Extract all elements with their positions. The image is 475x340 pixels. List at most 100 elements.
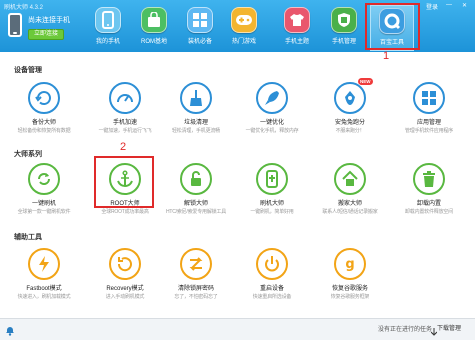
- minimize-button[interactable]: —: [446, 2, 452, 8]
- nav-hot-games[interactable]: 热门游戏: [222, 5, 266, 51]
- tool-desc: 轻松备份和恢复所有数据: [17, 128, 71, 134]
- tool-desc: 恢复谷歌服务框架: [330, 294, 370, 300]
- tool-name: 搬家大师: [337, 201, 362, 207]
- nav-my-phone[interactable]: 我的手机: [86, 5, 130, 51]
- tool-name: 一键优化: [259, 120, 284, 126]
- shirt-icon: [284, 7, 310, 33]
- nav-label: 我的手机: [95, 39, 120, 45]
- nav-rom-base[interactable]: ROM基地: [132, 5, 176, 51]
- tool-name: 一键刷机: [31, 201, 56, 207]
- tool-desc: 一键优化手机，释放内存: [245, 128, 299, 134]
- tool-name: 备份大师: [31, 120, 56, 126]
- annotation-number-2: 2: [120, 141, 127, 153]
- google-icon: g: [334, 248, 366, 280]
- tool-desc: 快速重启所选设备: [252, 294, 292, 300]
- connect-now-button[interactable]: 立即连接: [28, 29, 64, 40]
- recovery-icon: [109, 248, 141, 280]
- tool-restore-google-services[interactable]: g 恢复谷歌服务 恢复谷歌服务框架: [318, 248, 382, 306]
- antutu-icon: [334, 82, 366, 114]
- nav-label: 热门游戏: [231, 39, 256, 45]
- nav-label: 手机管理: [331, 39, 356, 45]
- download-manager-button[interactable]: 下载管理: [437, 323, 461, 332]
- tool-name: 刷机大师: [259, 201, 284, 207]
- tool-one-click-optimize[interactable]: 一键优化 一键优化手机，释放内存: [240, 82, 304, 140]
- tool-app-management[interactable]: 应用管理 管理手机软件应用程序: [397, 82, 461, 140]
- section-title-device-management: 设备管理: [14, 67, 42, 74]
- phone-flash-icon: [256, 163, 288, 195]
- speedometer-icon: [109, 82, 141, 114]
- tool-name: 垃圾清理: [183, 120, 208, 126]
- nav-label: ROM基地: [141, 39, 167, 45]
- tool-one-click-flash[interactable]: 一键刷机 全球第一款一键刷机软件: [12, 163, 76, 221]
- highlight-box-root-master: [94, 156, 154, 208]
- tool-phone-acceleration[interactable]: 手机加速 一键加速，手机运行飞飞: [93, 82, 157, 140]
- house-icon: [334, 163, 366, 195]
- tool-desc: 全球第一款一键刷机软件: [17, 209, 71, 215]
- tool-clear-lock-password[interactable]: 清除锁屏密码 忘了，不怕密码忘了: [164, 248, 228, 306]
- nav-must-have-apps[interactable]: 装机必备: [178, 5, 222, 51]
- tool-desc: 不服来跑分！: [335, 128, 365, 134]
- highlight-box-toolbox: [365, 3, 420, 50]
- tool-desc: 进入手动刷机模式: [105, 294, 145, 300]
- login-link[interactable]: 登录: [426, 2, 438, 11]
- device-phone-icon: [8, 13, 22, 37]
- apps-grid-icon: [187, 7, 213, 33]
- svg-text:g: g: [345, 257, 354, 272]
- tool-desc: HTC/索尼/索爱专用解锁工具: [165, 209, 227, 215]
- tool-desc: 一键刷机，简单好用: [250, 209, 294, 215]
- nav-phone-themes[interactable]: 手机主题: [275, 5, 319, 51]
- tool-desc: 快速进入，刷机加载模式: [17, 294, 71, 300]
- tool-fastboot-mode[interactable]: Fastboot模式 快速进入，刷机加载模式: [12, 248, 76, 306]
- tool-moving-master[interactable]: 搬家大师 联系人/短信/通话记录搬家: [318, 163, 382, 221]
- tool-recovery-mode[interactable]: Recovery模式 进入手动刷机模式: [93, 248, 157, 306]
- shield-icon: [331, 7, 357, 33]
- power-icon: [256, 248, 288, 280]
- task-status: 没有正在进行的任务: [378, 327, 433, 333]
- tool-desc: 管理手机软件应用程序: [404, 128, 453, 134]
- tool-desc: 忘了，不怕密码忘了: [174, 294, 218, 300]
- gamepad-icon: [231, 7, 257, 33]
- tool-name: Recovery模式: [106, 286, 144, 292]
- bell-icon[interactable]: [5, 323, 15, 340]
- shopping-bag-icon: [141, 7, 167, 33]
- close-button[interactable]: ✕: [462, 2, 467, 9]
- tool-name: 解锁大师: [183, 201, 208, 207]
- tool-desc: 一键加速，手机运行飞飞: [98, 128, 152, 134]
- tool-name: 恢复谷歌服务: [331, 286, 368, 292]
- tool-unlock-master[interactable]: 解锁大师 HTC/索尼/索爱专用解锁工具: [164, 163, 228, 221]
- backup-icon: [28, 82, 60, 114]
- app-manage-icon: [413, 82, 445, 114]
- tool-desc: 轻松清理，手机更流畅: [171, 128, 220, 134]
- tool-name: 安兔兔跑分: [334, 120, 365, 126]
- unlock-icon: [180, 163, 212, 195]
- tool-desc: 卸载内置软件释放空间: [404, 209, 453, 215]
- tool-name: 卸载内置: [416, 201, 441, 207]
- lightning-icon: [28, 248, 60, 280]
- tool-backup-master[interactable]: 备份大师 轻松备份和恢复所有数据: [12, 82, 76, 140]
- tool-desc: 全球ROOT成功率最高: [101, 209, 149, 215]
- tool-name: 手机加速: [112, 120, 137, 126]
- rocket-icon: [256, 82, 288, 114]
- section-title-auxiliary-tools: 辅助工具: [14, 234, 42, 241]
- tool-reboot-device[interactable]: 重启设备 快速重启所选设备: [240, 248, 304, 306]
- section-title-master-series: 大师系列: [14, 151, 42, 158]
- nav-phone-management[interactable]: 手机管理: [322, 5, 366, 51]
- new-badge: NEW: [358, 78, 373, 85]
- tool-uninstall-builtin[interactable]: 卸载内置 卸载内置软件释放空间: [397, 163, 461, 221]
- refresh-icon: [28, 163, 60, 195]
- tool-antutu-benchmark[interactable]: NEW 安兔兔跑分 不服来跑分！: [318, 78, 382, 140]
- nav-label: 手机主题: [284, 39, 309, 45]
- tool-name: 清除锁屏密码: [177, 286, 214, 292]
- tool-name: 应用管理: [416, 120, 441, 126]
- tool-name: Fastboot模式: [26, 286, 62, 292]
- tool-junk-cleanup[interactable]: 垃圾清理 轻松清理，手机更流畅: [164, 82, 228, 140]
- phone-icon: [95, 7, 121, 33]
- annotation-number-1: 1: [383, 50, 390, 62]
- broom-icon: [180, 82, 212, 114]
- tool-flash-master[interactable]: 刷机大师 一键刷机，简单好用: [240, 163, 304, 221]
- swap-icon: [180, 248, 212, 280]
- tool-desc: 联系人/短信/通话记录搬家: [322, 209, 378, 215]
- status-bar: 没有正在进行的任务 下载管理: [0, 318, 475, 340]
- nav-label: 装机必备: [187, 39, 212, 45]
- device-status: 尚未连接手机: [28, 17, 70, 24]
